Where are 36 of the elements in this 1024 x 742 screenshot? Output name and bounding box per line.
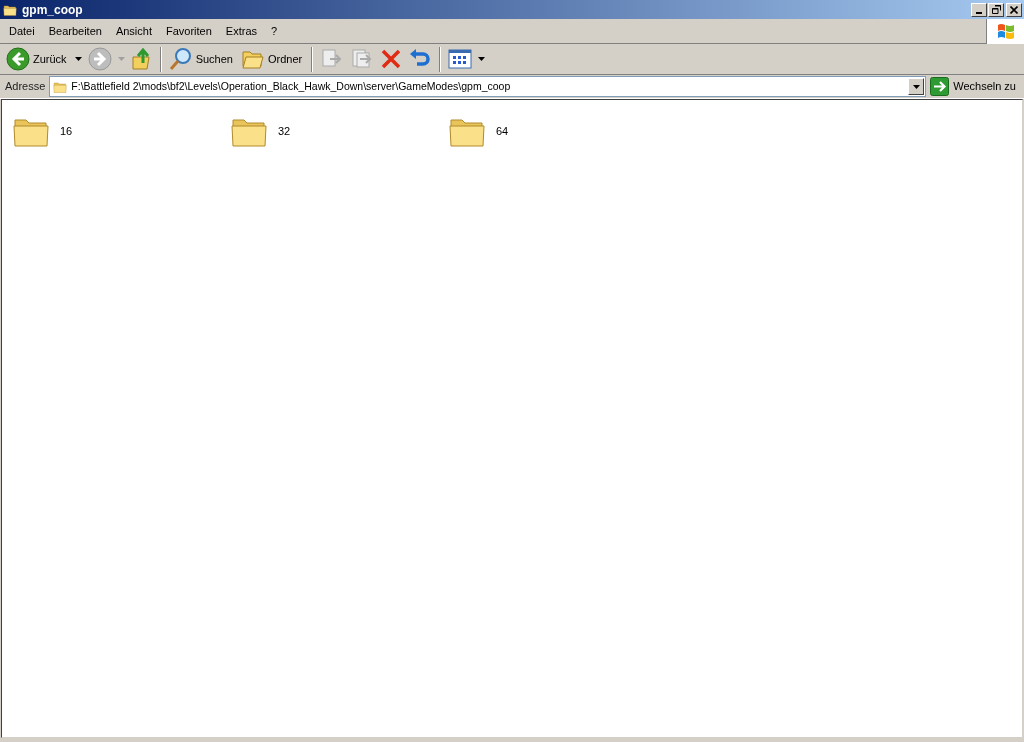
views-grid-icon <box>448 49 473 69</box>
close-icon <box>1010 5 1018 14</box>
menu-item[interactable]: Bearbeiten <box>41 21 109 41</box>
go-button[interactable]: Wechseln zu <box>930 75 1016 98</box>
delete-x-icon <box>380 48 403 70</box>
menu-item[interactable]: Favoriten <box>159 21 219 41</box>
dropdown-caret-icon <box>912 84 920 89</box>
folder-icon <box>52 79 69 94</box>
address-label: Adresse <box>5 79 46 95</box>
folder-item[interactable]: 16 <box>12 112 230 150</box>
window-title: gpm_coop <box>22 1 83 19</box>
folder-up-icon <box>130 47 153 71</box>
minimize-icon <box>976 11 982 14</box>
folder-icon <box>2 2 18 17</box>
address-dropdown-button[interactable] <box>908 78 925 95</box>
back-button[interactable]: Zurück <box>4 45 84 73</box>
folder-item[interactable]: 64 <box>448 112 666 150</box>
restore-button[interactable] <box>988 2 1004 17</box>
go-arrow-icon <box>930 77 950 96</box>
restore-icon <box>991 5 1001 14</box>
menu-item[interactable]: ? <box>264 21 285 41</box>
folder-item[interactable]: 32 <box>230 112 448 150</box>
dropdown-caret-icon <box>117 57 125 61</box>
folders-icon <box>240 48 265 70</box>
menu-item[interactable]: Datei <box>2 21 42 41</box>
flag-logo-icon <box>996 22 1015 40</box>
address-field[interactable]: F:\Battlefield 2\mods\bf2\Levels\Operation_Black_Hawk_Down\server\GameModes\gpm_coop <box>49 76 927 97</box>
menu-item[interactable]: Ansicht <box>108 21 159 41</box>
close-button[interactable] <box>1006 2 1022 17</box>
search-button[interactable]: Suchen <box>166 45 237 73</box>
dropdown-caret-icon <box>478 57 486 61</box>
menu-item[interactable]: Extras <box>218 21 265 41</box>
dropdown-caret-icon <box>74 57 82 61</box>
search-icon <box>168 47 193 71</box>
minimize-button[interactable] <box>971 2 987 17</box>
folders-button[interactable]: Ordner <box>238 45 307 73</box>
